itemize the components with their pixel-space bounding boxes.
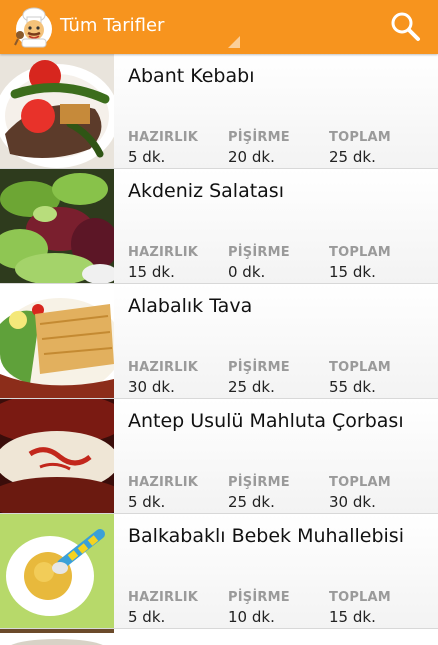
recipe-thumbnail: [0, 629, 114, 645]
recipe-thumbnail: [0, 169, 114, 283]
total-label: TOPLAM: [329, 245, 391, 260]
recipe-name: Balkabaklı Bebek Muhallebisi: [128, 525, 404, 547]
prep-value: 5 dk.: [128, 148, 166, 166]
total-time: TOPLAM 15 dk.: [329, 245, 391, 281]
total-time: TOPLAM 15 dk.: [329, 590, 391, 626]
cook-value: 20 dk.: [228, 148, 275, 166]
chef-icon[interactable]: [12, 5, 56, 49]
cook-time: PİŞİRME 20 dk.: [228, 130, 290, 166]
prep-label: HAZIRLIK: [128, 590, 199, 605]
recipe-row[interactable]: [0, 629, 438, 645]
prep-label: HAZIRLIK: [128, 360, 199, 375]
recipe-name: Antep Usulü Mahluta Çorbası: [128, 410, 404, 432]
action-bar: Tüm Tarifler: [0, 0, 438, 54]
prep-time: HAZIRLIK 30 dk.: [128, 360, 198, 396]
total-label: TOPLAM: [329, 360, 391, 375]
recipe-row[interactable]: Antep Usulü Mahluta Çorbası HAZIRLIK 5 d…: [0, 399, 438, 514]
prep-label: HAZIRLIK: [128, 475, 199, 490]
cook-label: PİŞİRME: [228, 590, 290, 605]
recipe-thumbnail: [0, 514, 114, 628]
total-value: 30 dk.: [329, 493, 376, 511]
prep-value: 5 dk.: [128, 608, 166, 626]
total-value: 25 dk.: [329, 148, 376, 166]
recipe-list[interactable]: Abant Kebabı HAZIRLIK 5 dk. PİŞİRME 20 d…: [0, 54, 438, 645]
cook-label: PİŞİRME: [228, 130, 290, 145]
recipe-row[interactable]: Abant Kebabı HAZIRLIK 5 dk. PİŞİRME 20 d…: [0, 54, 438, 169]
recipe-name: Akdeniz Salatası: [128, 180, 284, 202]
prep-time: HAZIRLIK 5 dk.: [128, 590, 198, 626]
prep-value: 30 dk.: [128, 378, 175, 396]
cook-time: PİŞİRME 25 dk.: [228, 360, 290, 396]
total-time: TOPLAM 55 dk.: [329, 360, 391, 396]
prep-label: HAZIRLIK: [128, 245, 199, 260]
cook-time: PİŞİRME 10 dk.: [228, 590, 290, 626]
prep-value: 5 dk.: [128, 493, 166, 511]
recipe-thumbnail: [0, 399, 114, 513]
total-label: TOPLAM: [329, 475, 391, 490]
cook-label: PİŞİRME: [228, 245, 290, 260]
recipe-row[interactable]: Balkabaklı Bebek Muhallebisi HAZIRLIK 5 …: [0, 514, 438, 629]
page-title[interactable]: Tüm Tarifler: [60, 14, 164, 38]
total-value: 15 dk.: [329, 608, 376, 626]
total-label: TOPLAM: [329, 130, 391, 145]
cook-label: PİŞİRME: [228, 475, 290, 490]
prep-time: HAZIRLIK 15 dk.: [128, 245, 198, 281]
recipe-name: Abant Kebabı: [128, 65, 255, 87]
cook-value: 0 dk.: [228, 263, 266, 281]
total-value: 55 dk.: [329, 378, 376, 396]
recipe-name: Alabalık Tava: [128, 295, 253, 317]
prep-value: 15 dk.: [128, 263, 175, 281]
prep-time: HAZIRLIK 5 dk.: [128, 130, 198, 166]
dropdown-indicator-icon[interactable]: [228, 36, 240, 48]
recipe-thumbnail: [0, 54, 114, 168]
total-label: TOPLAM: [329, 590, 391, 605]
total-time: TOPLAM 30 dk.: [329, 475, 391, 511]
cook-value: 10 dk.: [228, 608, 275, 626]
total-value: 15 dk.: [329, 263, 376, 281]
cook-time: PİŞİRME 25 dk.: [228, 475, 290, 511]
recipe-row[interactable]: Akdeniz Salatası HAZIRLIK 15 dk. PİŞİRME…: [0, 169, 438, 284]
prep-time: HAZIRLIK 5 dk.: [128, 475, 198, 511]
cook-time: PİŞİRME 0 dk.: [228, 245, 290, 281]
cook-label: PİŞİRME: [228, 360, 290, 375]
cook-value: 25 dk.: [228, 378, 275, 396]
recipe-thumbnail: [0, 284, 114, 398]
cook-value: 25 dk.: [228, 493, 275, 511]
search-icon[interactable]: [384, 6, 426, 48]
total-time: TOPLAM 25 dk.: [329, 130, 391, 166]
prep-label: HAZIRLIK: [128, 130, 199, 145]
recipe-row[interactable]: Alabalık Tava HAZIRLIK 30 dk. PİŞİRME 25…: [0, 284, 438, 399]
